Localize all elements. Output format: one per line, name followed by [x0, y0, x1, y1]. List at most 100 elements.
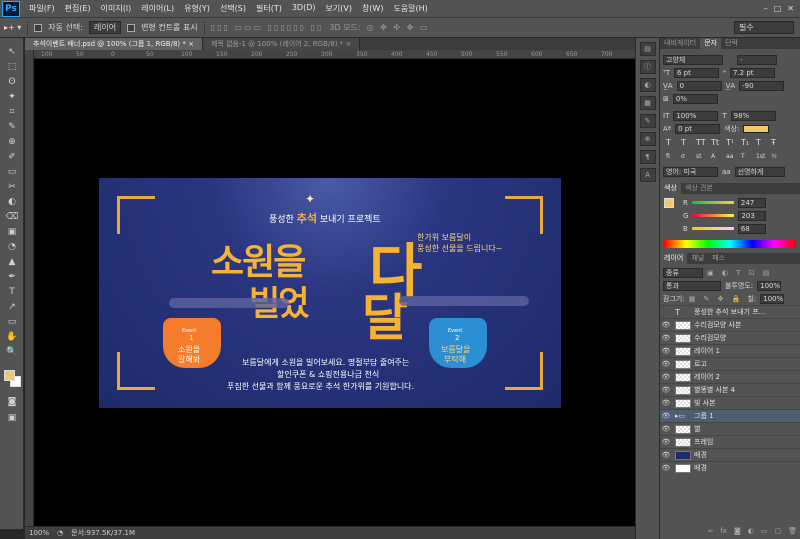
- layer-row[interactable]: 👁 로고: [660, 357, 800, 370]
- lasso-tool-icon[interactable]: ʘ: [0, 74, 24, 89]
- type-style-button[interactable]: TT: [696, 138, 708, 147]
- color-swatches[interactable]: [4, 370, 22, 388]
- visibility-eye-icon[interactable]: 👁: [660, 321, 672, 329]
- hand-tool-icon[interactable]: ✋: [0, 329, 24, 344]
- visibility-eye-icon[interactable]: 👁: [660, 347, 672, 355]
- menu-item[interactable]: 유형(Y): [179, 3, 215, 14]
- opacity-field[interactable]: 100%: [757, 280, 782, 291]
- visibility-eye-icon[interactable]: 👁: [660, 464, 672, 472]
- visibility-eye-icon[interactable]: 👁: [660, 451, 672, 459]
- layer-filter-dropdown[interactable]: 종류: [663, 267, 703, 278]
- link-layers-icon[interactable]: ∞: [708, 527, 714, 535]
- menu-item[interactable]: 필터(T): [251, 3, 287, 14]
- fx-icon[interactable]: fx: [720, 527, 727, 535]
- anti-alias-dropdown[interactable]: 선명하게: [734, 166, 785, 177]
- layer-row[interactable]: 👁 레이어 1: [660, 344, 800, 357]
- menu-item[interactable]: 파일(F): [24, 3, 60, 14]
- red-slider[interactable]: [691, 201, 734, 204]
- history-icon[interactable]: ▤: [639, 42, 656, 56]
- tab-navigator[interactable]: 내비게이터: [660, 38, 700, 49]
- visibility-eye-icon[interactable]: 👁: [660, 386, 672, 394]
- tab-color[interactable]: 색상: [660, 183, 681, 194]
- menu-item[interactable]: 편집(E): [60, 3, 96, 14]
- minimize-button[interactable]: –: [764, 4, 768, 13]
- move-tool-icon[interactable]: ↖: [0, 44, 24, 59]
- visibility-eye-icon[interactable]: 👁: [660, 373, 672, 381]
- path-select-tool-icon[interactable]: ↗: [0, 299, 24, 314]
- screen-mode-icon[interactable]: ▣: [0, 410, 24, 425]
- zoom-level[interactable]: 100%: [29, 529, 49, 537]
- quick-mask-icon[interactable]: ◙: [0, 394, 24, 409]
- opentype-button[interactable]: aa: [726, 153, 738, 160]
- red-value[interactable]: 247: [737, 197, 766, 208]
- zoom-tool-icon[interactable]: 🔍: [0, 344, 24, 359]
- type-style-button[interactable]: Tt: [711, 138, 723, 147]
- gradient-tool-icon[interactable]: ▣: [0, 224, 24, 239]
- opentype-button[interactable]: A: [711, 153, 723, 160]
- menu-item[interactable]: 선택(S): [215, 3, 251, 14]
- auto-select-dropdown[interactable]: 레이어: [88, 21, 122, 34]
- menu-item[interactable]: 보기(V): [321, 3, 357, 14]
- layer-row[interactable]: 👁 레이어 2: [660, 370, 800, 383]
- foreground-color-swatch[interactable]: [4, 370, 15, 381]
- type-style-button[interactable]: Ŧ: [771, 138, 783, 147]
- blur-tool-icon[interactable]: ◔: [0, 239, 24, 254]
- layer-row[interactable]: 👁 수리검모양: [660, 331, 800, 344]
- horizontal-scale-field[interactable]: 98%: [730, 110, 776, 121]
- visibility-eye-icon[interactable]: 👁: [660, 412, 672, 420]
- auto-select-checkbox[interactable]: [34, 23, 43, 32]
- type-style-button[interactable]: T¹: [726, 138, 738, 147]
- marquee-tool-icon[interactable]: ⬚: [0, 59, 24, 74]
- styles-icon[interactable]: ▦: [639, 96, 656, 110]
- transform-controls-checkbox[interactable]: [127, 23, 136, 32]
- eyedropper-tool-icon[interactable]: ✎: [0, 119, 24, 134]
- menu-item[interactable]: 창(W): [357, 3, 389, 14]
- adjustment-layer-icon[interactable]: ◐: [748, 527, 754, 535]
- pen-tool-icon[interactable]: ✒: [0, 269, 24, 284]
- opentype-button[interactable]: ơ: [681, 153, 693, 160]
- close-button[interactable]: ✕: [787, 4, 794, 13]
- tab-character[interactable]: 문자: [700, 38, 722, 49]
- opentype-button[interactable]: T: [741, 153, 753, 160]
- tab-paragraph[interactable]: 단락: [721, 38, 742, 49]
- tab-layers[interactable]: 레이어: [660, 253, 688, 264]
- delete-layer-icon[interactable]: 🗑: [788, 527, 797, 535]
- maximize-button[interactable]: □: [774, 4, 782, 13]
- new-layer-icon[interactable]: ▢: [774, 527, 781, 535]
- type-style-button[interactable]: T: [666, 138, 678, 147]
- visibility-eye-icon[interactable]: 👁: [660, 438, 672, 446]
- font-style-dropdown[interactable]: -: [737, 54, 777, 65]
- menu-item[interactable]: 레이어(L): [136, 3, 179, 14]
- type-style-button[interactable]: T: [681, 138, 693, 147]
- vertical-scale-field[interactable]: 100%: [673, 110, 719, 121]
- layer-row[interactable]: 👁 수리검모양 사본: [660, 318, 800, 331]
- tab-channels[interactable]: 채널: [687, 253, 708, 264]
- opentype-button[interactable]: ½: [771, 153, 783, 160]
- 3d-icons[interactable]: ◎ ✥ ✣ ✥ ▭: [367, 23, 430, 32]
- blend-mode-dropdown[interactable]: 통과: [663, 280, 721, 291]
- baseline-shift-field[interactable]: 0 pt: [675, 123, 721, 134]
- leading-field[interactable]: 7.2 pt: [730, 67, 775, 78]
- text-color-swatch[interactable]: [743, 124, 770, 133]
- blue-value[interactable]: 68: [737, 223, 766, 234]
- tab-swatches[interactable]: 색상 견본: [681, 183, 717, 194]
- eraser-tool-icon[interactable]: ◐: [0, 194, 24, 209]
- info-icon[interactable]: ⓘ: [639, 60, 656, 74]
- tab-banner-psd[interactable]: 추석이벤트 배너.psd @ 100% (그룹 1, RGB/8) * ×: [25, 38, 203, 50]
- tsume-field[interactable]: 0%: [672, 93, 718, 104]
- lock-icons[interactable]: ▦ ✎ ✥ 🔒: [689, 295, 744, 303]
- shape-tool-icon[interactable]: ▭: [0, 314, 24, 329]
- banner-artwork[interactable]: 풍성한 추석 보내기 프로젝트 ✦ 소원을 빌었 다 달 한가위 보름달이 풍성…: [99, 178, 561, 408]
- color-spectrum-bar[interactable]: [664, 240, 796, 248]
- crop-tool-icon[interactable]: ⌗: [0, 104, 24, 119]
- opentype-button[interactable]: fi: [666, 153, 678, 160]
- adjustments-icon[interactable]: ◐: [639, 78, 656, 92]
- color-panel-fg-swatch[interactable]: [664, 198, 674, 208]
- new-group-icon[interactable]: ▭: [761, 527, 768, 535]
- add-mask-icon[interactable]: ◙: [734, 527, 741, 535]
- type-style-button[interactable]: T₁: [741, 138, 753, 147]
- language-dropdown[interactable]: 영어: 미국: [663, 166, 718, 177]
- brush-tool-icon[interactable]: ✐: [0, 149, 24, 164]
- visibility-eye-icon[interactable]: 👁: [660, 399, 672, 407]
- paragraph-icon[interactable]: ¶: [639, 150, 656, 164]
